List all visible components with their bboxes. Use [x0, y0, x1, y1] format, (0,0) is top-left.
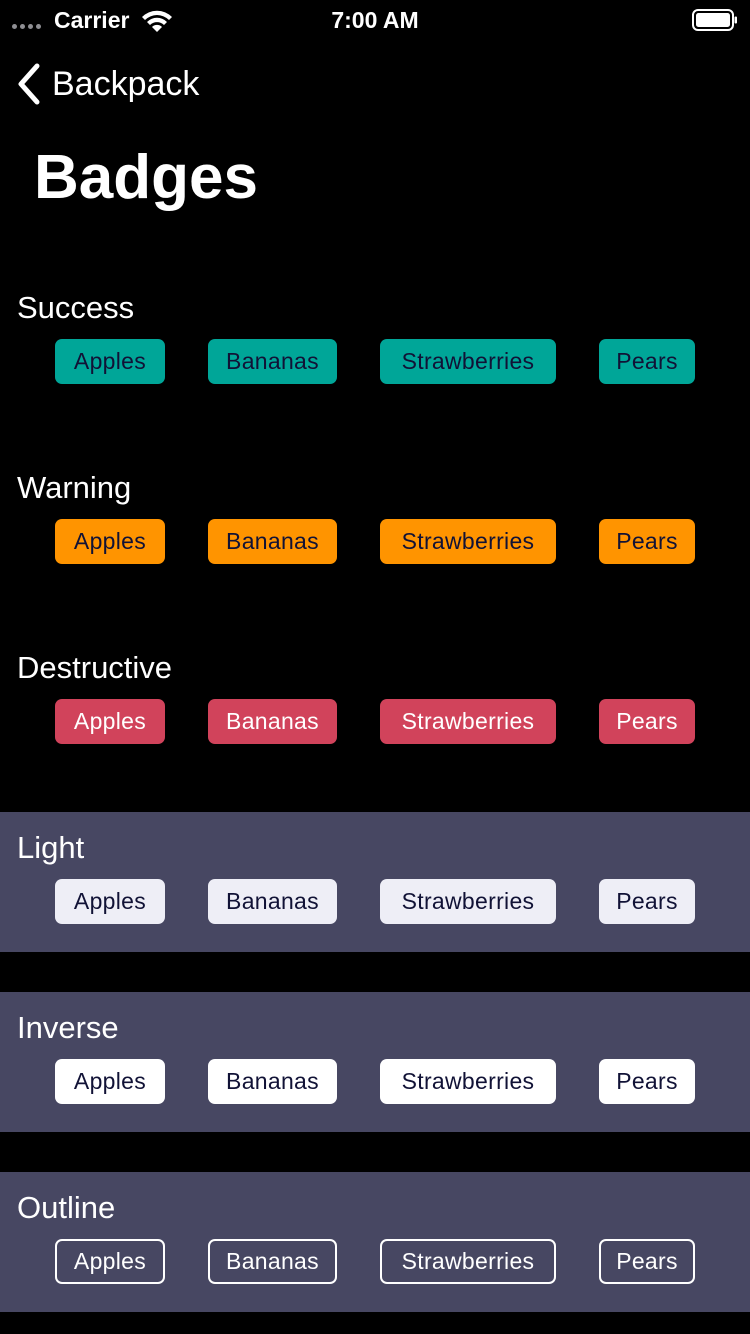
badge-outline: Pears	[599, 1239, 695, 1284]
section-light: Light Apples Bananas Strawberries Pears	[0, 812, 750, 952]
section-label: Success	[17, 290, 135, 325]
badge-destructive: Bananas	[208, 699, 337, 744]
badge-light: Pears	[599, 879, 695, 924]
badge-warning: Apples	[55, 519, 165, 564]
section-label: Light	[17, 830, 85, 865]
badge-light: Apples	[55, 879, 165, 924]
badge-light: Bananas	[208, 879, 337, 924]
badge-destructive: Apples	[55, 699, 165, 744]
badge-inverse: Apples	[55, 1059, 165, 1104]
back-button[interactable]: Backpack	[16, 62, 199, 106]
badge-success: Strawberries	[380, 339, 556, 384]
badge-outline: Strawberries	[380, 1239, 556, 1284]
section-inverse: Inverse Apples Bananas Strawberries Pear…	[0, 992, 750, 1132]
section-warning: Warning Apples Bananas Strawberries Pear…	[0, 452, 750, 592]
section-label: Inverse	[17, 1010, 119, 1045]
badge-warning: Pears	[599, 519, 695, 564]
section-label: Warning	[17, 470, 132, 505]
badge-destructive: Strawberries	[380, 699, 556, 744]
status-bar: Carrier 7:00 AM	[0, 0, 750, 40]
battery-icon	[692, 9, 737, 31]
badge-success: Apples	[55, 339, 165, 384]
badge-warning: Bananas	[208, 519, 337, 564]
badge-light: Strawberries	[380, 879, 556, 924]
badge-outline: Bananas	[208, 1239, 337, 1284]
badge-inverse: Strawberries	[380, 1059, 556, 1104]
badge-inverse: Bananas	[208, 1059, 337, 1104]
badge-inverse: Pears	[599, 1059, 695, 1104]
badge-success: Pears	[599, 339, 695, 384]
clock: 7:00 AM	[331, 7, 419, 33]
back-button-label: Backpack	[52, 65, 200, 103]
section-label: Outline	[17, 1190, 116, 1225]
section-destructive: Destructive Apples Bananas Strawberries …	[0, 632, 750, 772]
section-label: Destructive	[17, 650, 173, 685]
section-outline: Outline Apples Bananas Strawberries Pear…	[0, 1172, 750, 1312]
badge-outline: Apples	[55, 1239, 165, 1284]
page-title: Badges	[34, 143, 258, 212]
badge-destructive: Pears	[599, 699, 695, 744]
badge-warning: Strawberries	[380, 519, 556, 564]
badge-success: Bananas	[208, 339, 337, 384]
section-success: Success Apples Bananas Strawberries Pear…	[0, 272, 750, 412]
chevron-left-icon	[18, 63, 40, 105]
